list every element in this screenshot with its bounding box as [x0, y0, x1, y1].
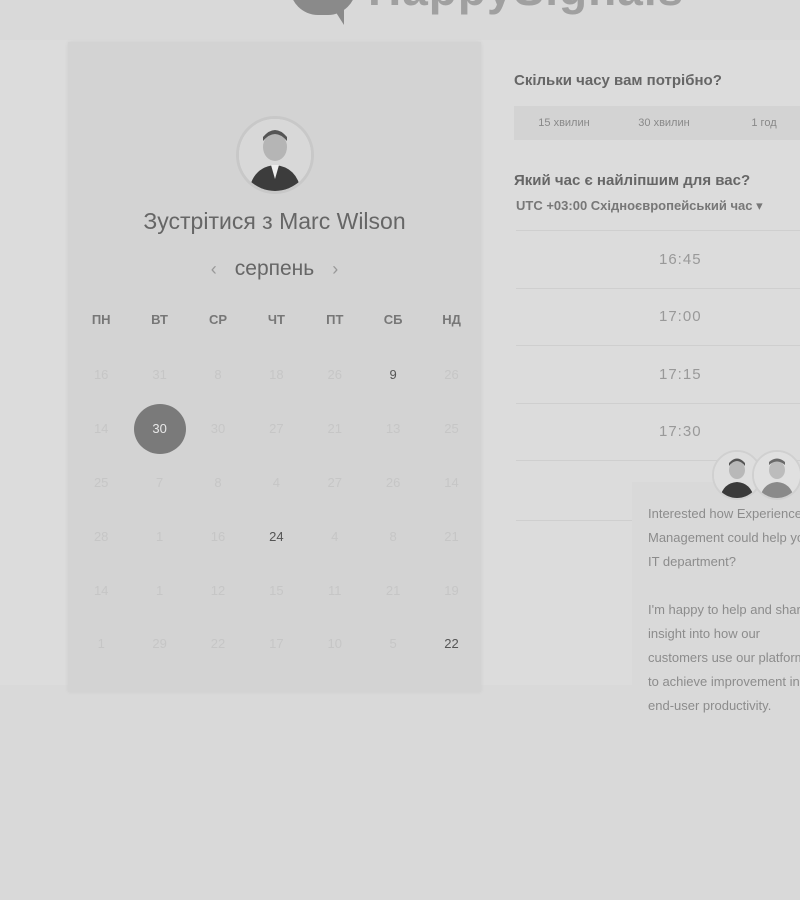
timezone-selector[interactable]: UTC +03:00 Східноєвропейський час ▾: [516, 198, 763, 214]
day-cell: 29: [152, 636, 167, 652]
weekday-label: ВТ: [151, 312, 168, 327]
day-cell: 25: [93, 474, 109, 490]
day-cell: 4: [331, 528, 339, 544]
day-cell: 30: [210, 421, 226, 437]
day-cell: 10: [327, 636, 342, 652]
month-label: серпень: [234, 257, 315, 280]
day-cell: 27: [269, 421, 284, 437]
person-avatar-icon: [239, 119, 311, 191]
day-cell: 1: [155, 528, 164, 544]
duration-option-30[interactable]: 30 хвилин: [614, 106, 714, 140]
day-cell: 19: [444, 582, 459, 598]
day-cell: 15: [269, 582, 284, 598]
day-cell: 17: [269, 636, 284, 652]
days-grid: 16 31 8 18 26 9 26 14 30 30 27 21 13 25 25 7 8 4 27 26 14 28 1…: [72, 348, 484, 671]
day-cell: 14: [93, 582, 109, 598]
day-cell: 25: [444, 421, 459, 437]
person-avatar-icon: [754, 452, 800, 498]
weekday-label: СБ: [383, 312, 403, 327]
day-cell: 8: [389, 528, 397, 544]
weekday-label: СР: [208, 312, 227, 327]
day-cell: 4: [272, 474, 280, 490]
calendar-title: Зустрітися з Marc Wilson: [143, 208, 406, 234]
day-cell: 13: [385, 421, 401, 437]
day-cell: 26: [444, 367, 459, 383]
day-cell: 21: [327, 421, 342, 437]
day-cell: 18: [269, 367, 284, 383]
day-cell: 22: [210, 636, 226, 652]
selected-day-label: 30: [133, 403, 186, 454]
speech-bubble-logo-icon: [286, 0, 360, 25]
calendar-card: Зустрітися з Marc Wilson ‹ серпень › ПН …: [68, 42, 481, 692]
time-slot[interactable]: 16:45: [516, 231, 800, 289]
time-slot[interactable]: 17:15: [516, 346, 800, 404]
caret-down-icon: ▾: [756, 198, 763, 213]
time-slot[interactable]: 17:00: [516, 289, 800, 346]
day-cell: 8: [214, 367, 222, 383]
day-cell: 12: [210, 582, 226, 598]
weekday-label: НД: [442, 312, 461, 327]
day-cell: 14: [444, 474, 459, 490]
day-cell: 28: [93, 528, 109, 544]
weekday-header: ПН ВТ СР ЧТ ПТ СБ НД: [72, 312, 484, 327]
duration-option-60[interactable]: 1 год: [714, 106, 800, 140]
duration-option-15[interactable]: 15 хвилин: [514, 106, 614, 140]
agent-avatar: [752, 450, 800, 500]
chat-message: Interested how Experience Management cou…: [648, 502, 800, 742]
day-cell-selected[interactable]: 30: [130, 402, 188, 456]
host-avatar: [236, 116, 314, 194]
weekday-label: ПН: [91, 312, 111, 327]
day-cell: 26: [385, 474, 401, 490]
day-cell: 31: [152, 367, 167, 383]
day-cell: 5: [389, 636, 397, 652]
brand-logo: HappySignals: [286, 0, 706, 26]
chat-paragraph: I'm happy to help and share insight into…: [648, 602, 800, 713]
weekday-label: ЧТ: [267, 312, 285, 327]
day-cell: 26: [327, 367, 342, 383]
chevron-left-icon[interactable]: ‹: [211, 259, 217, 280]
day-cell: 1: [97, 636, 105, 652]
day-cell-available[interactable]: 9: [364, 348, 422, 402]
day-cell: 27: [327, 474, 342, 490]
day-cell: 21: [385, 582, 401, 598]
timezone-value: UTC +03:00 Східноєвропейський час: [516, 198, 753, 213]
day-cell: 16: [93, 367, 109, 383]
duration-question: Скільки часу вам потрібно?: [514, 72, 722, 89]
day-cell: 16: [210, 528, 226, 544]
brand-name: HappySignals: [368, 0, 684, 16]
duration-selector: 15 хвилин 30 хвилин 1 год: [514, 106, 800, 140]
day-cell: 1: [155, 582, 164, 598]
day-cell-available[interactable]: 22: [422, 617, 480, 671]
weekday-label: ПТ: [326, 312, 344, 327]
day-cell: 8: [214, 474, 222, 490]
day-cell: 7: [155, 474, 164, 490]
day-cell-available[interactable]: 24: [247, 509, 305, 563]
chat-paragraph: Interested how Experience Management cou…: [648, 506, 800, 569]
month-navigator: ‹ серпень ›: [68, 254, 481, 284]
chat-agent-avatars: [712, 450, 800, 500]
day-cell: 14: [93, 421, 109, 437]
day-cell: 11: [328, 582, 342, 598]
time-question: Який час є найліпшим для вас?: [514, 172, 751, 189]
day-cell: 21: [444, 528, 459, 544]
chevron-right-icon[interactable]: ›: [332, 259, 338, 280]
